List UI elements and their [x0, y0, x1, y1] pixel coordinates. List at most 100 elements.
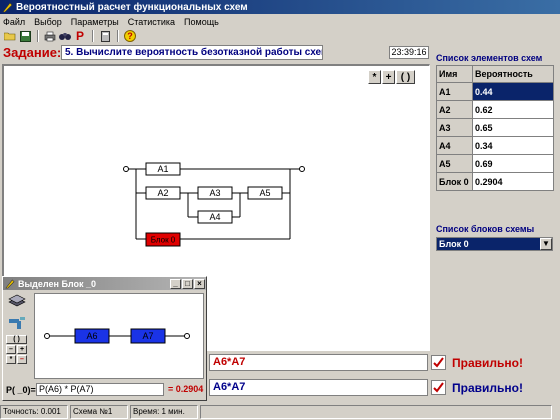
- element-a2[interactable]: A2: [145, 186, 181, 200]
- menu-help[interactable]: Помощь: [184, 17, 219, 27]
- parentheses-button[interactable]: ( ): [396, 70, 415, 84]
- svg-text:Блок 0: Блок 0: [151, 236, 176, 245]
- toolbar-separator: [37, 30, 39, 42]
- subwindow-canvas[interactable]: A6 A7: [34, 293, 204, 379]
- verdict-2: Правильно!: [452, 381, 523, 395]
- minimize-button[interactable]: _: [170, 278, 181, 289]
- scheme-diagram: A1 A2 A3 A4 A5 Блок 0: [123, 162, 305, 247]
- check-button-1[interactable]: [431, 355, 446, 370]
- view-button[interactable]: [58, 30, 72, 43]
- svg-text:A3: A3: [209, 188, 220, 198]
- input-node: [123, 166, 129, 172]
- mini-minus-button[interactable]: –: [6, 345, 16, 354]
- mini-parentheses-button[interactable]: ( ): [6, 335, 27, 344]
- menu-bar: Файл Выбор Параметры Статистика Помощь: [0, 14, 560, 29]
- input-node: [44, 333, 50, 339]
- element-a7[interactable]: A7: [130, 328, 166, 344]
- binoculars-icon: [59, 33, 71, 40]
- printer-icon: [44, 31, 56, 41]
- toolbar-separator: [92, 30, 94, 42]
- check-button-2[interactable]: [431, 380, 446, 395]
- element-name: A1: [436, 82, 473, 101]
- menu-parameters[interactable]: Параметры: [71, 17, 119, 27]
- column-name-header: Имя: [436, 65, 473, 83]
- answer-input-1[interactable]: A6*A7: [209, 354, 428, 371]
- element-a1[interactable]: A1: [145, 162, 181, 176]
- answer-input-2[interactable]: A6*A7: [209, 379, 428, 396]
- table-row[interactable]: Блок 0 0.2904: [436, 172, 554, 191]
- multiply-button[interactable]: *: [368, 70, 381, 84]
- element-a5[interactable]: A5: [247, 186, 283, 200]
- open-folder-button[interactable]: [3, 30, 17, 43]
- element-a6[interactable]: A6: [74, 328, 110, 344]
- mini-plus-button[interactable]: +: [17, 345, 27, 354]
- probability-cell[interactable]: 0.34: [472, 136, 554, 155]
- wrench-icon: [9, 317, 25, 329]
- checkmark-icon: [433, 357, 444, 368]
- task-text: 5. Вычислите вероятность безотказной раб…: [61, 45, 323, 60]
- verdict-1: Правильно!: [452, 356, 523, 370]
- add-button[interactable]: +: [382, 70, 395, 84]
- block-subwindow[interactable]: Выделен Блок _0 _ □ × ( ) – + * – A6 A7 …: [2, 276, 207, 401]
- table-row[interactable]: A3 0.65: [436, 118, 554, 137]
- calculator-button[interactable]: [98, 30, 112, 43]
- table-row[interactable]: A1 0.44: [436, 82, 554, 101]
- probability-cell[interactable]: 0.65: [472, 118, 554, 137]
- table-row[interactable]: A4 0.34: [436, 136, 554, 155]
- subwindow-operators: ( ) – + * –: [6, 335, 28, 365]
- element-name: A4: [436, 136, 473, 155]
- print-button[interactable]: [43, 30, 57, 43]
- blocks-list-title: Список блоков схемы: [436, 224, 535, 234]
- column-probability-header: Вероятность: [472, 65, 554, 83]
- table-row[interactable]: A2 0.62: [436, 100, 554, 119]
- app-icon: [5, 278, 15, 288]
- svg-text:A4: A4: [209, 212, 220, 222]
- element-name: A5: [436, 154, 473, 173]
- element-name: A2: [436, 100, 473, 119]
- maximize-button[interactable]: □: [182, 278, 193, 289]
- probability-cell[interactable]: 0.2904: [472, 172, 554, 191]
- menu-select[interactable]: Выбор: [34, 17, 62, 27]
- formula-input[interactable]: P(A6) * P(A7): [36, 383, 164, 396]
- subwindow-diagram: A6 A7: [44, 328, 190, 344]
- help-button[interactable]: ?: [123, 30, 137, 43]
- mini-multiply-button[interactable]: *: [6, 355, 16, 364]
- dropdown-arrow-icon[interactable]: ▼: [540, 238, 552, 250]
- operator-buttons: * + ( ): [368, 70, 416, 84]
- blocks-dropdown[interactable]: Блок 0 ▼: [436, 237, 553, 251]
- probability-cell[interactable]: 0.69: [472, 154, 554, 173]
- toolbar-separator: [117, 30, 119, 42]
- folder-icon: [4, 32, 16, 41]
- close-button[interactable]: ×: [194, 278, 205, 289]
- parameter-button[interactable]: P: [73, 29, 87, 43]
- stack-icon: [8, 294, 26, 307]
- checkmark-icon: [433, 382, 444, 393]
- elements-table: Имя Вероятность A1 0.44 A2 0.62 A3 0.65 …: [436, 65, 554, 191]
- probability-cell[interactable]: 0.44: [472, 82, 554, 101]
- mini-minus-red-button[interactable]: –: [17, 355, 27, 364]
- help-icon: ?: [124, 30, 136, 42]
- element-a3[interactable]: A3: [197, 186, 233, 200]
- svg-text:A2: A2: [157, 188, 168, 198]
- menu-file[interactable]: Файл: [3, 17, 25, 27]
- menu-statistics[interactable]: Статистика: [128, 17, 175, 27]
- title-bar: Вероятностный расчет функциональных схем: [0, 0, 560, 14]
- subwindow-tool-button[interactable]: [6, 314, 28, 332]
- svg-text:A6: A6: [86, 331, 97, 341]
- blocks-dropdown-value: Блок 0: [439, 239, 469, 249]
- status-empty: [200, 405, 552, 419]
- svg-text:A5: A5: [259, 188, 270, 198]
- status-bar: Точность: 0.001 Схема №1 Время: 1 мин.: [0, 405, 560, 420]
- subwindow-title-bar[interactable]: Выделен Блок _0 _ □ ×: [3, 277, 206, 290]
- element-a4[interactable]: A4: [197, 210, 233, 224]
- table-row[interactable]: A5 0.69: [436, 154, 554, 173]
- status-accuracy: Точность: 0.001: [0, 405, 68, 419]
- scheme-wires: [128, 168, 300, 240]
- task-label: Задание:: [3, 45, 62, 60]
- output-node: [184, 333, 190, 339]
- save-button[interactable]: [18, 30, 32, 43]
- probability-cell[interactable]: 0.62: [472, 100, 554, 119]
- subwindow-stack-button[interactable]: [6, 293, 28, 311]
- block-0[interactable]: Блок 0: [145, 232, 181, 247]
- window-title: Вероятностный расчет функциональных схем: [16, 1, 248, 13]
